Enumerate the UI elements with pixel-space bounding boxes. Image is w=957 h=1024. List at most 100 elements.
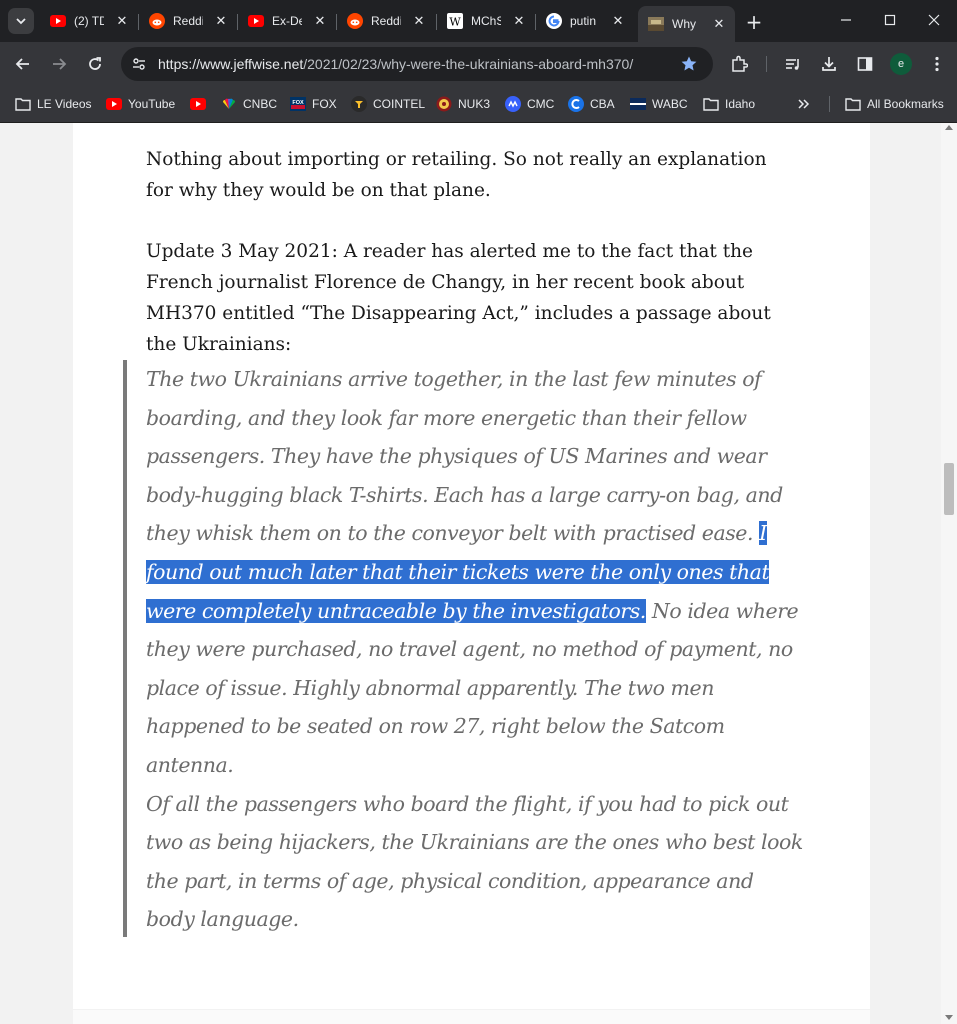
new-tab-button[interactable]: + <box>742 10 766 34</box>
bookmark-le-videos[interactable]: LE Videos <box>15 92 92 116</box>
extensions-button[interactable] <box>729 54 749 74</box>
scroll-up-arrow-icon[interactable] <box>945 125 953 130</box>
scrollbar-thumb[interactable] <box>944 463 954 515</box>
browser-tab[interactable]: W MChS ✕ <box>437 8 535 34</box>
bookmark-label: CNBC <box>243 97 278 111</box>
close-tab-icon[interactable]: ✕ <box>511 13 527 29</box>
all-bookmarks-label: All Bookmarks <box>867 97 944 111</box>
scroll-down-arrow-icon[interactable] <box>945 1015 953 1020</box>
bookmark-label: LE Videos <box>37 97 92 111</box>
kebab-menu-icon <box>935 56 939 72</box>
profile-avatar[interactable]: e <box>890 53 912 75</box>
blockquote-border <box>123 360 127 937</box>
tab-search-button[interactable] <box>8 8 34 34</box>
side-panel-button[interactable] <box>855 54 875 74</box>
bookmark-cmc[interactable]: CMC <box>505 92 554 116</box>
minimize-button[interactable] <box>834 8 858 32</box>
quote-text: No idea where they were purchased, no tr… <box>146 598 799 777</box>
address-bar[interactable]: https://www.jeffwise.net/2021/02/23/why-… <box>121 47 713 81</box>
wabc-icon <box>630 96 646 112</box>
tab-title: Reddit <box>371 14 401 28</box>
bookmark-cba[interactable]: CBA <box>568 92 615 116</box>
bookmark-cnbc[interactable]: CNBC <box>221 92 277 116</box>
url-host: https://www.jeffwise.net <box>158 56 304 72</box>
bookmark-label: NUK3 <box>458 97 491 111</box>
bookmark-label: FOX <box>312 97 337 111</box>
quote-text: The two Ukrainians arrive together, in t… <box>146 367 783 546</box>
reddit-icon <box>347 13 363 29</box>
close-window-button[interactable] <box>922 8 946 32</box>
browser-toolbar: https://www.jeffwise.net/2021/02/23/why-… <box>0 42 957 86</box>
forward-arrow-icon <box>53 58 67 70</box>
tab-strip: (2) TD ✕ Reddit ✕ Ex-De ✕ Reddit ✕ W MCh… <box>0 0 957 42</box>
tab-title: putin <box>570 14 597 28</box>
bookmark-youtube[interactable]: YouTube <box>106 92 175 116</box>
reddit-icon <box>149 13 165 29</box>
bookmark-star-icon[interactable] <box>679 54 699 74</box>
browser-tab[interactable]: Reddit ✕ <box>337 8 435 34</box>
browser-tab[interactable]: (2) TD ✕ <box>40 8 138 34</box>
article-footer-area <box>73 1010 870 1024</box>
browser-tab[interactable]: putin ✕ <box>536 8 634 34</box>
cba-icon <box>568 96 584 112</box>
close-tab-icon[interactable]: ✕ <box>610 13 626 29</box>
bookmark-label: CBA <box>590 97 615 111</box>
bookmark-cointel[interactable]: COINTEL <box>351 92 425 116</box>
bookmark-label: COINTEL <box>373 97 426 111</box>
playlist-icon <box>786 59 799 70</box>
reload-button[interactable] <box>81 50 109 78</box>
tab-title: (2) TD <box>74 14 104 28</box>
all-bookmarks-button[interactable]: All Bookmarks <box>845 92 944 116</box>
youtube-icon <box>190 96 206 112</box>
bookmark-fox[interactable]: FOX FOX <box>290 92 337 116</box>
forward-button[interactable] <box>45 50 73 78</box>
tab-title: Reddit <box>173 14 203 28</box>
cnbc-peacock-icon <box>221 96 237 112</box>
bookmark-label: YouTube <box>128 97 176 111</box>
svg-text:W: W <box>449 16 461 29</box>
close-tab-icon[interactable]: ✕ <box>213 13 229 29</box>
google-icon <box>546 13 562 29</box>
back-button[interactable] <box>9 50 37 78</box>
chevron-double-right-icon <box>798 99 810 109</box>
close-tab-icon[interactable]: ✕ <box>711 16 727 32</box>
site-info-icon[interactable] <box>129 54 149 74</box>
close-icon <box>928 14 940 26</box>
media-controls-button[interactable] <box>783 54 803 74</box>
bookmark-nuk3[interactable]: NUK3 <box>436 92 490 116</box>
back-arrow-icon <box>15 58 29 70</box>
close-tab-icon[interactable]: ✕ <box>312 13 328 29</box>
reload-icon <box>89 57 101 70</box>
bookmark-youtube-2[interactable] <box>190 92 206 116</box>
youtube-icon <box>106 96 122 112</box>
browser-tab-active[interactable]: Why ✕ <box>638 6 735 42</box>
bookmark-idaho[interactable]: Idaho <box>703 92 755 116</box>
puzzle-icon <box>732 55 748 72</box>
tab-title: MChS <box>471 14 501 28</box>
bookmarks-divider <box>829 96 830 112</box>
close-tab-icon[interactable]: ✕ <box>114 13 130 29</box>
browser-tab[interactable]: Reddit ✕ <box>139 8 237 34</box>
folder-icon <box>15 96 31 112</box>
quote-text: Of all the passengers who board the flig… <box>146 791 803 932</box>
browser-tab[interactable]: Ex-De ✕ <box>238 8 336 34</box>
page-scrollbar[interactable] <box>941 123 957 1024</box>
fox-news-icon: FOX <box>290 96 306 112</box>
youtube-icon <box>248 13 264 29</box>
folder-icon <box>703 96 719 112</box>
toolbar-divider <box>766 56 767 72</box>
blockquote: The two Ukrainians arrive together, in t… <box>146 360 806 939</box>
bookmarks-bar: LE Videos YouTube CNBC FOX FOX COINTEL N… <box>0 86 957 123</box>
maximize-button[interactable] <box>878 8 902 32</box>
wikipedia-icon: W <box>447 13 463 29</box>
chrome-menu-button[interactable] <box>927 54 947 74</box>
maximize-icon <box>884 14 896 26</box>
close-tab-icon[interactable]: ✕ <box>411 13 427 29</box>
cointelegraph-icon <box>351 96 367 112</box>
more-bookmarks-button[interactable] <box>797 92 811 116</box>
url-path: /2021/02/23/why-were-the-ukrainians-aboa… <box>303 56 634 72</box>
bookmark-wabc[interactable]: WABC <box>630 92 688 116</box>
minimize-icon <box>841 19 851 21</box>
downloads-button[interactable] <box>819 54 839 74</box>
bookmark-label: CMC <box>527 97 555 111</box>
